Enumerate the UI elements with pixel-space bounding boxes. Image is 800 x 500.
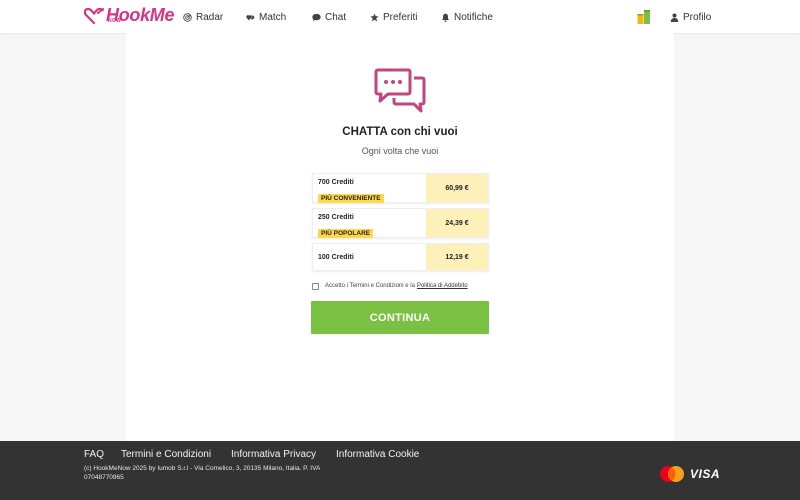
terms-text: Accetto i Termini e Condizioni e la xyxy=(325,283,415,289)
offer-price: 24,39 € xyxy=(426,209,488,237)
chat-icon xyxy=(312,13,321,21)
mastercard-icon xyxy=(660,466,684,482)
radar-icon xyxy=(183,12,192,22)
offer-price: 60,99 € xyxy=(426,174,488,202)
nav-notifiche[interactable]: Notifiche xyxy=(441,10,493,24)
nav-match[interactable]: Match xyxy=(246,10,286,24)
bell-icon xyxy=(441,13,450,22)
visa-logo: VISA xyxy=(690,467,721,481)
nav-profilo-label: Profilo xyxy=(683,11,712,23)
offer-250-crediti[interactable]: 250 Crediti PIÙ POPOLARE 24,39 € xyxy=(312,208,489,238)
coins-icon[interactable] xyxy=(637,9,651,24)
nav-match-label: Match xyxy=(259,11,287,23)
offer-name: 250 Crediti xyxy=(318,214,354,221)
page-subtitle: Ogni volta che vuoi xyxy=(361,146,439,156)
footer-link-privacy[interactable]: Informativa Privacy xyxy=(231,449,316,460)
copyright-line-1: (c) HookMeNow 2025 by Iumob S.r.l - Via … xyxy=(84,465,321,472)
footer-link-faq[interactable]: FAQ xyxy=(84,449,104,460)
top-navbar: HookMe NOW Radar Match Chat Preferiti No… xyxy=(0,0,800,33)
offer-info: 100 Crediti xyxy=(318,253,354,262)
chat-bubbles-icon xyxy=(374,68,426,113)
terms-row: Accetto i Termini e Condizioni e la Poli… xyxy=(312,281,468,291)
nav-notifiche-label: Notifiche xyxy=(454,11,493,23)
match-icon xyxy=(246,14,255,20)
copyright-text: (c) HookMeNow 2025 by Iumob S.r.l - Via … xyxy=(84,464,384,482)
offer-info: 700 Crediti PIÙ CONVENIENTE xyxy=(318,178,384,205)
logo-subtext: NOW xyxy=(108,18,122,24)
nav-chat-label: Chat xyxy=(325,11,347,23)
copyright-line-2: 07048770965 xyxy=(84,474,124,481)
nav-radar-label: Radar xyxy=(196,11,224,23)
continue-button[interactable]: CONTINUA xyxy=(311,301,489,334)
billing-policy-link[interactable]: Politica di Addebito xyxy=(417,283,468,289)
page-title: CHATTA con chi vuoi xyxy=(342,126,458,138)
user-icon xyxy=(670,12,679,22)
nav-chat[interactable]: Chat xyxy=(312,10,346,24)
offer-badge: PIÙ CONVENIENTE xyxy=(318,194,384,203)
nav-preferiti[interactable]: Preferiti xyxy=(370,10,417,24)
hookme-logo[interactable]: HookMe xyxy=(84,6,175,28)
offer-700-crediti[interactable]: 700 Crediti PIÙ CONVENIENTE 60,99 € xyxy=(312,173,489,203)
nav-profilo[interactable]: Profilo xyxy=(670,10,711,24)
offer-name: 700 Crediti xyxy=(318,179,354,186)
heart-logo-icon xyxy=(84,8,104,24)
offer-info: 250 Crediti PIÙ POPOLARE xyxy=(318,213,374,240)
terms-checkbox[interactable] xyxy=(312,282,319,290)
offer-name: 100 Crediti xyxy=(318,254,354,261)
nav-preferiti-label: Preferiti xyxy=(383,11,418,23)
nav-radar[interactable]: Radar xyxy=(183,10,223,24)
offer-price: 12,19 € xyxy=(426,244,488,270)
footer-link-terms[interactable]: Termini e Condizioni xyxy=(121,449,211,460)
star-icon xyxy=(370,12,379,21)
offer-100-crediti[interactable]: 100 Crediti 12,19 € xyxy=(312,243,489,271)
offer-badge: PIÙ POPOLARE xyxy=(318,229,374,238)
footer: FAQ Termini e Condizioni Informativa Pri… xyxy=(0,441,800,500)
footer-link-cookie[interactable]: Informativa Cookie xyxy=(336,449,419,460)
